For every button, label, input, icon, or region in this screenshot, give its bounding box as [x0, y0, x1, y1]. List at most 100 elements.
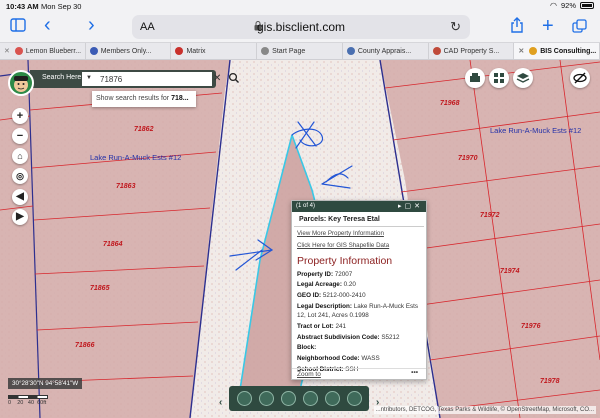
eye-slash-icon [573, 72, 587, 84]
property-row: Legal Description: Lake Run-A-Muck Ests … [292, 301, 426, 321]
favicon-icon [432, 47, 441, 55]
zoom-to-link[interactable]: Zoom to [297, 371, 321, 378]
share-icon[interactable] [510, 17, 524, 37]
scale-bar-graphic [8, 395, 48, 399]
close-icon[interactable]: ✕ [4, 47, 10, 55]
hide-layer-button[interactable] [570, 68, 590, 88]
view-more-link[interactable]: View More Property Information [292, 227, 426, 237]
row-value: 72007 [334, 270, 353, 278]
tab-4[interactable]: County Apprais... [343, 43, 429, 59]
search-input[interactable] [82, 72, 212, 86]
favicon-icon [14, 47, 23, 55]
row-label: Legal Description: [297, 302, 352, 310]
tab-3[interactable]: Start Page [257, 43, 343, 59]
scale-label: 20 [17, 400, 24, 406]
search-suggestion[interactable]: Show search results for 718... [92, 91, 196, 107]
sidebar-icon[interactable] [10, 18, 26, 36]
toolbar-prev-icon[interactable]: ‹ [219, 397, 222, 408]
row-label: Legal Acreage: [297, 281, 342, 289]
new-tab-icon[interactable]: + [542, 16, 554, 36]
tab-label: Lemon Blueberr... [25, 47, 82, 55]
back-extent-icon[interactable]: ◀ [12, 189, 28, 205]
parcel-label: 71978 [540, 378, 560, 385]
search-bar: Search Here ▼ ✕ [30, 70, 239, 88]
row-label: Neighborhood Code: [297, 354, 360, 362]
maximize-icon[interactable]: ▢ [405, 203, 415, 210]
property-row: Abstract Subdivision Code: S5212 [292, 332, 426, 343]
tab-label: CAD Property S... [443, 47, 500, 55]
row-value: WASS [361, 354, 380, 362]
date: Mon Sep 30 [41, 2, 82, 11]
identify-tool-icon[interactable] [280, 391, 296, 406]
clear-icon[interactable]: ✕ [213, 73, 221, 84]
row-label: Property ID: [297, 270, 334, 278]
coordinates-readout: 30°28'30"N 94°58'41"W [8, 378, 83, 389]
close-icon[interactable]: ✕ [518, 47, 524, 55]
tab-1[interactable]: Members Only... [86, 43, 172, 59]
layers-button[interactable] [513, 68, 533, 88]
scale-label: 0 [8, 400, 12, 406]
search-icon[interactable] [228, 72, 240, 84]
locate-icon[interactable]: ◎ [12, 168, 28, 184]
suggestion-prefix: Show search results for [96, 95, 172, 102]
tab-label: County Apprais... [357, 47, 412, 55]
layers-icon [516, 73, 530, 83]
tab-2[interactable]: Matrix [171, 43, 258, 59]
parcel-label: 71866 [75, 342, 95, 349]
print-button[interactable] [465, 68, 485, 88]
bookmark-tool-icon[interactable] [236, 391, 252, 406]
status-bar: 10:43 AM Mon Sep 30 ◠ 92% [0, 0, 600, 12]
search-tool-icon[interactable] [302, 391, 318, 406]
tab-0[interactable]: ✕ Lemon Blueberr... [0, 43, 86, 59]
tabs-overview-icon[interactable] [572, 19, 587, 37]
subdivision-label: Lake Run-A-Muck Ests #12 [90, 153, 182, 162]
search-type-dropdown-icon[interactable]: ▼ [86, 75, 92, 81]
back-icon[interactable]: ‹ [44, 15, 51, 35]
bottom-toolbar [229, 386, 369, 411]
battery-percent: 92% [560, 1, 576, 10]
row-value: 0.20 [343, 281, 356, 289]
property-row: Neighborhood Code: WASS [292, 353, 426, 364]
measure-tool-icon[interactable] [324, 391, 340, 406]
row-label: Abstract Subdivision Code: [297, 333, 380, 341]
parcel-label: 71864 [103, 241, 123, 248]
row-value: S5212 [381, 333, 400, 341]
property-row: GEO ID: 5212-000-2410 [292, 290, 426, 301]
tab-5[interactable]: CAD Property S... [429, 43, 515, 59]
favicon-icon [89, 47, 98, 55]
tab-label: BIS Consulting... [540, 47, 597, 55]
popup-header: (1 of 4) ▸▢✕ [292, 201, 426, 212]
forward-icon[interactable]: › [88, 15, 95, 35]
more-options-icon[interactable]: ••• [411, 369, 418, 376]
tab-6[interactable]: ✕ BIS Consulting... [514, 43, 600, 59]
row-label: Block: [297, 344, 317, 352]
clock: 10:43 AM [6, 2, 39, 11]
shapefile-link[interactable]: Click Here for GIS Shapefile Data [292, 237, 426, 249]
select-tool-icon[interactable] [346, 391, 362, 406]
reload-icon[interactable]: ↻ [450, 19, 461, 35]
zoom-in-button[interactable]: + [12, 108, 28, 124]
app-logo [8, 70, 34, 96]
favicon-icon [346, 47, 355, 55]
grid-icon [494, 73, 504, 83]
wifi-icon: ◠ [550, 1, 557, 10]
property-row: Block: [292, 343, 426, 354]
zoom-out-button[interactable]: − [12, 128, 28, 144]
parcel-label: 71862 [134, 126, 154, 133]
browser-toolbar: ‹ › AA gis.bisclient.com ↻ + [0, 12, 600, 42]
parcel-label: 71974 [500, 268, 520, 275]
close-icon[interactable]: ✕ [414, 203, 423, 210]
popup-heading: Property Information [297, 255, 393, 267]
home-icon[interactable]: ⌂ [12, 148, 28, 164]
parcel-label: 71865 [90, 285, 110, 292]
favicon-icon [175, 47, 184, 55]
address-bar[interactable]: AA gis.bisclient.com ↻ [132, 15, 470, 39]
parcel-label: 71972 [480, 212, 500, 219]
draw-tool-icon[interactable] [258, 391, 274, 406]
popup-footer: Zoom to ••• [292, 368, 426, 379]
forward-extent-icon[interactable]: ▶ [12, 209, 28, 225]
basemap-gallery-button[interactable] [489, 68, 509, 88]
parcel-label: 71970 [458, 155, 478, 162]
parcel-popup: (1 of 4) ▸▢✕ Parcels: Key Teresa Etal Vi… [291, 200, 427, 380]
row-label: Tract or Lot: [297, 322, 334, 330]
